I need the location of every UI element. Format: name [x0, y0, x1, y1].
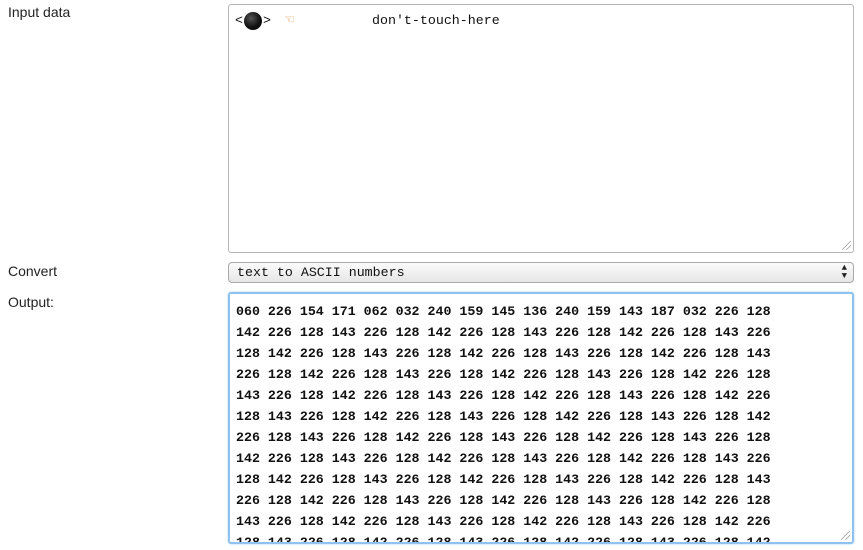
output-row: 226 128 142 226 128 143 226 128 142 226 … [236, 493, 771, 508]
convert-label: Convert [8, 263, 58, 279]
output-rows: 060 226 154 171 062 032 240 159 145 136 … [236, 301, 846, 544]
output-row: 060 226 154 171 062 032 240 159 145 136 … [236, 304, 771, 319]
output-row: 142 226 128 143 226 128 142 226 128 143 … [236, 451, 771, 466]
input-text-line: < > ☜ don't-touch-here [235, 10, 847, 32]
input-data-textarea[interactable]: < > ☜ don't-touch-here [228, 4, 854, 253]
output-row: 128 143 226 128 142 226 128 143 226 128 … [236, 535, 771, 544]
convert-selected-value: text to ASCII numbers [237, 265, 405, 280]
pointing-hand-icon: ☜ [284, 12, 294, 29]
output-row: 142 226 128 143 226 128 142 226 128 143 … [236, 325, 771, 340]
input-prefix: < [235, 13, 243, 28]
output-row: 128 142 226 128 143 226 128 142 226 128 … [236, 346, 771, 361]
resize-grip-icon[interactable] [841, 531, 850, 540]
output-textarea[interactable]: 060 226 154 171 062 032 240 159 145 136 … [228, 292, 854, 544]
input-text: don't-touch-here [372, 13, 500, 28]
output-label: Output: [8, 294, 54, 310]
output-row: 143 226 128 142 226 128 143 226 128 142 … [236, 514, 771, 529]
black-circle-icon [243, 12, 262, 30]
resize-grip-icon[interactable] [842, 241, 851, 250]
input-suffix: > [262, 13, 271, 28]
output-row: 226 128 142 226 128 143 226 128 142 226 … [236, 367, 771, 382]
output-row: 128 142 226 128 143 226 128 142 226 128 … [236, 472, 771, 487]
select-arrows-icon: ▲ ▼ [841, 263, 847, 281]
converter-page: Input data < > ☜ don't-touch-here Convert t… [0, 0, 863, 550]
output-row: 143 226 128 142 226 128 143 226 128 142 … [236, 388, 771, 403]
output-row: 128 143 226 128 142 226 128 143 226 128 … [236, 409, 771, 424]
output-row: 226 128 143 226 128 142 226 128 143 226 … [236, 430, 771, 445]
convert-select[interactable]: text to ASCII numbers ▲ ▼ [228, 262, 854, 283]
input-data-label: Input data [8, 4, 71, 20]
